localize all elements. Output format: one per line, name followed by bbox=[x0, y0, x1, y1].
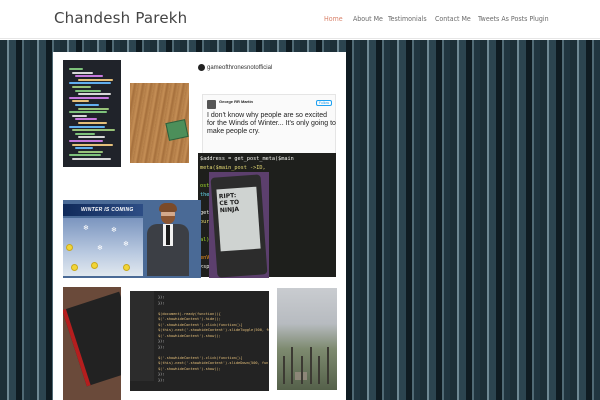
kindle-text-line: NINJA bbox=[219, 205, 240, 215]
code-line bbox=[72, 114, 87, 117]
gallery-image-circuit-board[interactable] bbox=[130, 83, 189, 163]
gallery-image-jquery-code[interactable]: });}); $(document).ready(function(){ $('.… bbox=[130, 291, 269, 391]
code-line: $('.showhideContent').show(); bbox=[158, 333, 221, 338]
tweet-avatar bbox=[207, 100, 216, 109]
gallery-image-tweet[interactable]: gameofthronesnotofficial George RR Marti… bbox=[198, 58, 338, 162]
nav-item-home[interactable]: Home bbox=[324, 15, 343, 23]
book-cover bbox=[63, 291, 121, 387]
sun-icon bbox=[66, 244, 73, 251]
code-line: }); bbox=[158, 300, 165, 305]
snowflake-icon: ❄ bbox=[111, 227, 117, 234]
code-line bbox=[75, 147, 93, 150]
code-line bbox=[69, 154, 101, 157]
tweet-author: George RR Martin bbox=[219, 99, 254, 104]
circuit-board-shape bbox=[165, 119, 189, 141]
code-line bbox=[69, 68, 83, 70]
nav-item-tweets-as-posts-plugin[interactable]: Tweets As Posts Plugin bbox=[478, 15, 549, 23]
code-line bbox=[69, 140, 103, 142]
code-line: meta($main_post ->ID, bbox=[200, 165, 266, 171]
nav-item-contact-me[interactable]: Contact Me bbox=[435, 15, 471, 23]
snowflake-icon: ❄ bbox=[123, 241, 129, 248]
code-line: $('.showhideContent').click(function(){ bbox=[158, 355, 243, 360]
kindle-screen: RIPT: CE TO NINJA bbox=[216, 186, 261, 252]
code-line bbox=[69, 125, 105, 128]
code-line bbox=[78, 150, 103, 153]
code-line: $('.showhideContent').hide(); bbox=[158, 317, 221, 321]
code-line: }); bbox=[158, 372, 165, 376]
tweet-follow-button: Follow bbox=[315, 100, 332, 106]
gallery-image-winter-is-coming[interactable]: WINTER IS COMING ❄ ❄ ❄ ❄ bbox=[63, 200, 201, 278]
code-line bbox=[72, 86, 91, 88]
presenter-hair bbox=[159, 203, 177, 212]
tweet-text: I don't know why people are so excited f… bbox=[207, 112, 336, 135]
code-line bbox=[78, 122, 107, 124]
code-line bbox=[72, 158, 111, 160]
code-line bbox=[78, 107, 109, 110]
snowflake-icon: ❄ bbox=[97, 245, 103, 252]
tree-shape bbox=[291, 347, 293, 384]
code-line: $(this).next('.showhideContent').slideTo… bbox=[158, 328, 269, 332]
main-nav: Home About Me Testimonials Contact Me Tw… bbox=[0, 15, 600, 27]
nav-item-testimonials[interactable]: Testimonials bbox=[388, 15, 427, 23]
tweet-card: George RR Martin Follow I don't know why… bbox=[202, 94, 336, 161]
code-line bbox=[72, 129, 115, 132]
gallery-image-landscape[interactable] bbox=[277, 288, 337, 390]
presenter-tie bbox=[166, 225, 170, 245]
presenter-beard bbox=[161, 216, 175, 224]
code-line bbox=[69, 82, 111, 85]
account-avatar bbox=[198, 64, 205, 71]
code-line: }); bbox=[158, 344, 165, 349]
code-line bbox=[78, 136, 105, 139]
code-line bbox=[72, 143, 113, 146]
tree-shape bbox=[327, 347, 329, 384]
code-line: $('.showhideContent').click(function(){ bbox=[158, 322, 243, 327]
tree-shape bbox=[283, 356, 285, 384]
code-line bbox=[78, 78, 113, 81]
code-line: $('.showhideContent').show(); bbox=[158, 366, 221, 371]
kindle-device: RIPT: CE TO NINJA bbox=[210, 174, 268, 278]
code-line: $address = get_post_meta($main bbox=[200, 156, 294, 162]
winter-banner: WINTER IS COMING bbox=[63, 204, 143, 216]
code-line: }); bbox=[158, 295, 165, 299]
code-line bbox=[75, 75, 103, 78]
gallery-image-code-editor[interactable] bbox=[63, 60, 121, 167]
sun-icon bbox=[123, 264, 130, 271]
instagram-account-name: gameofthronesnotofficial bbox=[207, 65, 273, 72]
sun-icon bbox=[71, 264, 78, 271]
gallery-image-kindle[interactable]: RIPT: CE TO NINJA bbox=[209, 172, 269, 278]
gallery-image-book[interactable] bbox=[63, 287, 121, 400]
snowflake-icon: ❄ bbox=[83, 225, 89, 232]
code-line: $(document).ready(function(){ bbox=[158, 311, 221, 316]
code-line bbox=[72, 100, 89, 103]
code-line: }); bbox=[158, 339, 165, 343]
tree-shape bbox=[318, 356, 320, 384]
code-line: $(this).next('.showhideContent').slideDo… bbox=[158, 361, 269, 365]
instagram-account: gameofthronesnotofficial bbox=[198, 64, 272, 71]
code-line bbox=[72, 71, 93, 74]
code-line bbox=[75, 104, 99, 106]
code-line bbox=[69, 96, 109, 99]
code-line bbox=[75, 89, 101, 92]
site-header: Chandesh Parekh Home About Me Testimonia… bbox=[0, 0, 600, 39]
tree-shape bbox=[310, 347, 312, 384]
photo-gallery: gameofthronesnotofficial George RR Marti… bbox=[53, 52, 346, 400]
code-line bbox=[69, 111, 107, 114]
code-line bbox=[78, 93, 111, 96]
tree-shape bbox=[301, 356, 303, 384]
code-line bbox=[75, 132, 95, 135]
nav-item-about-me[interactable]: About Me bbox=[353, 15, 383, 23]
code-line: }); bbox=[158, 377, 165, 382]
sun-icon bbox=[91, 262, 98, 269]
editor-gutter bbox=[130, 291, 154, 381]
code-line bbox=[75, 118, 97, 121]
